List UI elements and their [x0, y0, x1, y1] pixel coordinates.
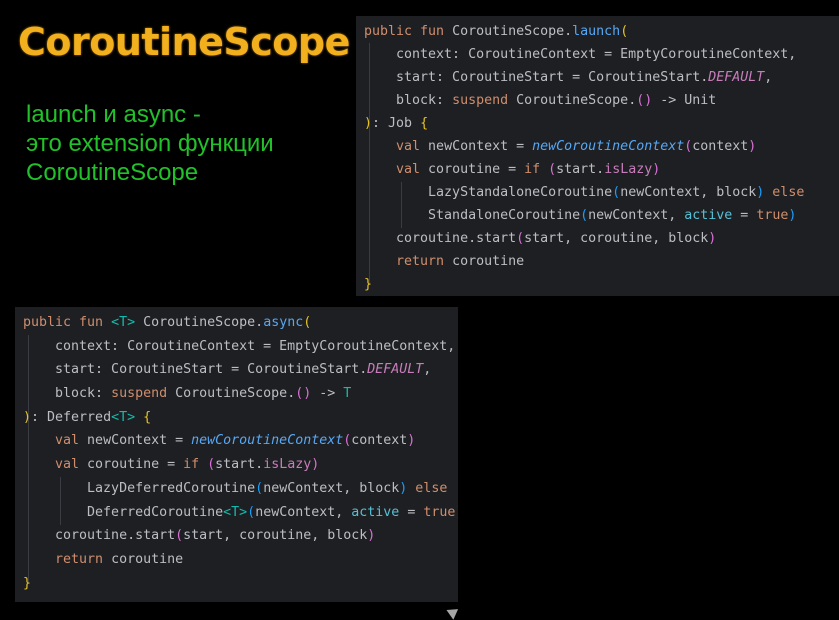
code-line: block: suspend CoroutineScope.() -> Unit: [364, 93, 717, 108]
subtitle-line-3: CoroutineScope: [26, 159, 199, 186]
code-line: public fun <T> CoroutineScope.async(: [23, 315, 312, 330]
slide-subtitle: launch и async - это extension функции C…: [26, 100, 274, 187]
code-line: block: suspend CoroutineScope.() -> T: [23, 386, 352, 402]
subtitle-line-2: это extension функции: [26, 130, 274, 157]
slide-title: CoroutineScope: [18, 20, 350, 64]
code-line: StandaloneCoroutine(newContext, active =…: [364, 208, 797, 223]
async-code-panel: public fun <T> CoroutineScope.async( con…: [15, 307, 458, 602]
code-line: }: [23, 575, 32, 591]
code-line: context: CoroutineContext = EmptyCorouti…: [23, 338, 456, 354]
code-line: val newContext = newCoroutineContext(con…: [364, 139, 757, 154]
code-line: coroutine.start(start, coroutine, block): [23, 528, 376, 544]
code-line: val newContext = newCoroutineContext(con…: [23, 433, 416, 449]
code-line: return coroutine: [23, 551, 184, 567]
code-line: LazyDeferredCoroutine(newContext, block)…: [23, 480, 448, 496]
code-line: ): Deferred<T> {: [23, 409, 152, 425]
code-line: val coroutine = if (start.isLazy): [23, 457, 320, 473]
code-line: DeferredCoroutine<T>(newContext, active …: [23, 504, 458, 520]
mouse-cursor-icon: [446, 604, 462, 620]
code-line: start: CoroutineStart = CoroutineStart.D…: [364, 70, 773, 85]
code-line: }: [364, 277, 373, 292]
code-line: ): Job {: [364, 116, 429, 131]
code-line: return coroutine: [364, 254, 525, 269]
code-line: context: CoroutineContext = EmptyCorouti…: [364, 47, 797, 62]
launch-code-panel: public fun CoroutineScope.launch( contex…: [356, 16, 839, 296]
code-line: LazyStandaloneCoroutine(newContext, bloc…: [364, 185, 805, 200]
code-line: start: CoroutineStart = CoroutineStart.D…: [23, 362, 432, 378]
code-line: coroutine.start(start, coroutine, block): [364, 231, 717, 246]
subtitle-line-1: launch и async -: [26, 101, 201, 128]
code-line: val coroutine = if (start.isLazy): [364, 162, 661, 177]
code-line: public fun CoroutineScope.launch(: [364, 24, 629, 39]
